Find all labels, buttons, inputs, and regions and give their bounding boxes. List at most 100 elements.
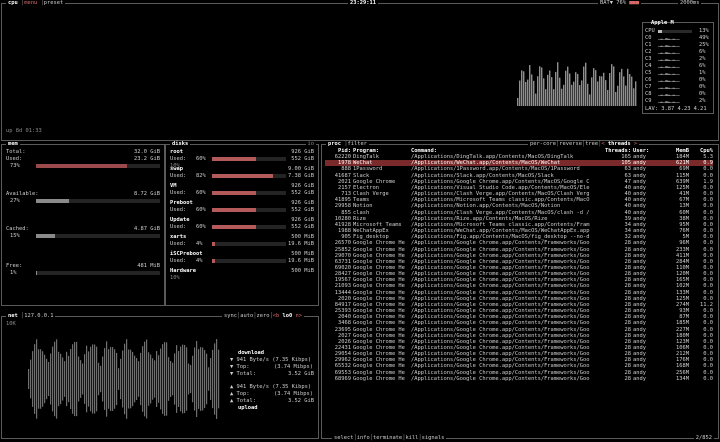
net-graph-bar: [104, 348, 106, 410]
net-graph-bar: [118, 368, 120, 390]
cpu-graph-bar: [583, 66, 585, 106]
net-graph-bar: [164, 342, 166, 416]
cpu-core-label: C8: [645, 91, 652, 97]
upload-top: ▲ Top: (3.74 Mibps): [230, 391, 313, 397]
net-graph-bar: [216, 339, 218, 419]
cpu-graph-bar: [559, 77, 561, 106]
disk-name[interactable]: swap: [170, 166, 183, 172]
mem-used-value: 23.2 GiB: [134, 156, 160, 162]
reverse-toggle[interactable]: reverse: [559, 141, 582, 147]
preset-tab[interactable]: preset: [44, 0, 63, 6]
cpu-core-label: C6: [645, 77, 652, 83]
down-arrow-icon: ▼: [230, 364, 234, 370]
process-mem: 134M: [676, 375, 689, 382]
process-pid: 68969: [334, 375, 351, 382]
sort-field[interactable]: threads: [608, 141, 631, 147]
net-auto-toggle[interactable]: auto: [240, 313, 253, 319]
disk-name[interactable]: Update: [170, 217, 189, 223]
sort-prev-button[interactable]: <: [601, 141, 604, 147]
disk-used-pct: 60%: [196, 207, 206, 213]
net-graph-bar: [138, 361, 140, 397]
cpu-graph-bar: [581, 80, 583, 106]
cpu-core-graph: ▁▂▁▃▂▁▂▁▁: [658, 35, 680, 40]
net-zero-toggle[interactable]: zero: [256, 313, 269, 319]
net-sync-toggle[interactable]: sync: [224, 313, 237, 319]
net-graph-bar: [94, 344, 96, 414]
net-graph-bar: [206, 353, 208, 405]
info-button[interactable]: info: [357, 435, 370, 441]
disk-used-value: 7.38 GiB: [288, 173, 314, 179]
disk-name[interactable]: xarts: [170, 234, 186, 240]
download-rate-value: 941 Byte/s (7.35 Kibps): [236, 357, 312, 363]
signals-button[interactable]: signals: [422, 435, 445, 441]
disk-name[interactable]: Hardware: [170, 268, 196, 274]
cpu-core-label: C2: [645, 49, 652, 55]
net-graph-bar: [166, 342, 168, 416]
update-interval[interactable]: 2000ms: [678, 0, 702, 7]
cpu-graph-bar: [627, 68, 629, 106]
disk-used-value: 19.6 MiB: [288, 241, 314, 247]
download-top-label: Top:: [236, 364, 250, 370]
net-graph-bar: [90, 346, 92, 412]
net-graph-bar: [208, 367, 210, 391]
mem-available-meter: [36, 199, 160, 203]
net-graph-bar: [170, 360, 172, 398]
cpu-core-graph: ▁▂▁▃▂▁▂▁▁: [658, 91, 680, 96]
process-row[interactable]: 68969 Google Chrome He /Applications/Goo…: [325, 376, 713, 382]
process-command: /Applications/Google Chrome.app/Contents…: [411, 363, 590, 370]
disk-name[interactable]: iSCPreboot: [170, 251, 202, 257]
cpu-graph-bar: [529, 65, 531, 106]
net-next-iface-button[interactable]: n>: [295, 313, 302, 319]
net-graph-bar: [106, 341, 108, 417]
net-prev-iface-button[interactable]: <b: [273, 313, 280, 319]
menu-tab[interactable]: menu: [24, 0, 37, 6]
select-button[interactable]: select: [334, 435, 353, 441]
disk-used-meter-fill: [212, 191, 257, 195]
cpu-core-pct: 1%: [699, 70, 706, 76]
cpu-graph-bar: [573, 81, 575, 106]
cpu-graph-bar: [519, 80, 521, 106]
mem-available-value: 8.72 GiB: [134, 191, 160, 197]
tree-toggle[interactable]: tree: [585, 141, 598, 147]
cpu-graph-bar: [535, 93, 537, 106]
cpu-graph-bar: [527, 79, 529, 106]
net-graph-bar: [58, 351, 60, 407]
disk-used-label: Used:: [170, 156, 187, 162]
sort-next-button[interactable]: >: [634, 141, 637, 147]
net-graph-bar: [30, 359, 32, 399]
cpu-graph-bar: [621, 68, 623, 106]
cpu-graph-bar: [539, 66, 541, 106]
net-graph-bar: [192, 355, 194, 403]
disk-io-pct: 10%: [170, 275, 180, 281]
net-iface-name: lo0: [282, 313, 293, 319]
disk-used-meter: [212, 225, 286, 229]
disk-used-meter: [212, 174, 286, 178]
cpu-core-label: C7: [645, 84, 652, 90]
process-program: Google Chrome He: [353, 375, 405, 382]
net-graph-bar: [98, 362, 100, 396]
cpu-graph-bar: [619, 72, 621, 106]
net-graph-bar: [70, 348, 72, 410]
disk-name[interactable]: VM: [170, 183, 177, 189]
process-command: /Applications/Google Chrome.app/Contents…: [411, 246, 590, 253]
kill-button[interactable]: kill: [405, 435, 418, 441]
net-graph-bar: [210, 358, 212, 400]
proc-filter-button[interactable]: filter: [347, 141, 366, 147]
net-options: sync│auto│zero│<b lo0 n>: [222, 313, 304, 320]
cpu-tab[interactable]: cpu: [8, 0, 18, 6]
disk-name[interactable]: Preboot: [170, 200, 193, 206]
terminate-button[interactable]: terminate: [373, 435, 402, 441]
cpu-total-label: CPU: [645, 28, 655, 34]
cpu-graph-bar: [611, 64, 613, 106]
upload-total-label: Total:: [236, 398, 256, 404]
cpu-core-graph: ▁▂▁▃▂▁▂▁▁: [658, 56, 680, 61]
cpu-core-pct: 6%: [699, 63, 706, 69]
per-core-toggle[interactable]: per-core: [530, 141, 556, 147]
mem-cached-meter: [36, 234, 160, 238]
disk-name[interactable]: root: [170, 149, 183, 155]
process-command: /Applications/Google Chrome.app/Contents…: [411, 289, 590, 296]
cpu-core-graph: ▁▂▁▃▂▁▂▁▁: [658, 98, 680, 103]
net-graph-bar: [146, 339, 148, 419]
disks-io-toggle[interactable]: io: [305, 141, 316, 148]
process-command: /Applications/Google Chrome.app/Contents…: [411, 283, 590, 290]
